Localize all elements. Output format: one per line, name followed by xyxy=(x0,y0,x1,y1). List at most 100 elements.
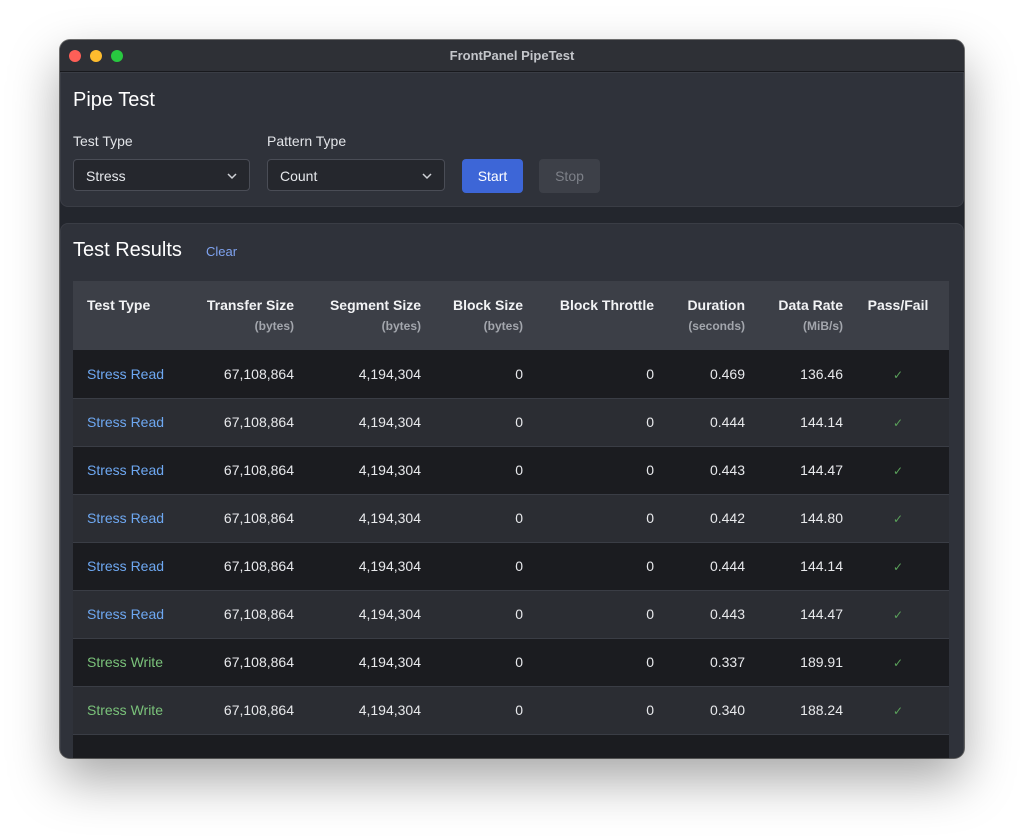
checkmark-icon: ✓ xyxy=(892,464,904,478)
data-rate-cell: 189.91 xyxy=(749,638,847,687)
segment-size-cell: 4,194,304 xyxy=(298,446,425,495)
segment-size-cell: 4,194,304 xyxy=(298,350,425,399)
segment-size-cell: 4,194,304 xyxy=(298,590,425,639)
transfer-size-cell: 67,108,864 xyxy=(188,446,298,495)
stop-button[interactable]: Stop xyxy=(539,159,600,193)
column-header-label: Test Type xyxy=(87,297,151,313)
duration-cell: 0.444 xyxy=(658,542,749,591)
window-title: FrontPanel PipeTest xyxy=(449,48,575,63)
block-throttle-cell: 0 xyxy=(527,590,658,639)
pipe-test-title: Pipe Test xyxy=(73,89,155,111)
block-size-cell: 0 xyxy=(425,350,527,399)
block-throttle-cell: 0 xyxy=(527,542,658,591)
test-type-cell: Stress Read xyxy=(73,494,188,543)
block-size-cell: 0 xyxy=(425,638,527,687)
block-size-cell: 0 xyxy=(425,542,527,591)
table-row[interactable]: Stress Read 67,108,864 4,194,304 0 0 0.4… xyxy=(73,590,949,639)
transfer-size-cell: 67,108,864 xyxy=(188,350,298,399)
checkmark-icon: ✓ xyxy=(892,367,904,382)
column-header-label: Block Throttle xyxy=(559,297,654,313)
results-table: Test Type Transfer Size (bytes) Segment … xyxy=(73,281,949,758)
table-cell xyxy=(847,734,949,758)
column-header-segment-size[interactable]: Segment Size (bytes) xyxy=(298,281,425,350)
checkmark-icon: ✓ xyxy=(892,608,904,622)
pass-fail-cell: ✓ xyxy=(847,542,949,591)
test-type-cell: Stress Read xyxy=(73,350,188,399)
data-rate-cell: 144.47 xyxy=(749,590,847,639)
table-cell xyxy=(425,734,527,758)
column-header-data-rate[interactable]: Data Rate (MiB/s) xyxy=(749,281,847,350)
pass-fail-cell: ✓ xyxy=(847,590,949,639)
column-header-label: Block Size xyxy=(452,297,523,313)
title-bar: FrontPanel PipeTest xyxy=(60,40,964,72)
transfer-size-cell: 67,108,864 xyxy=(188,398,298,447)
block-throttle-cell: 0 xyxy=(527,446,658,495)
column-header-label: Pass/Fail xyxy=(867,297,929,313)
column-header-block-size[interactable]: Block Size (bytes) xyxy=(425,281,527,350)
block-throttle-cell: 0 xyxy=(527,638,658,687)
table-row[interactable]: Stress Write 67,108,864 4,194,304 0 0 0.… xyxy=(73,686,949,735)
pattern-type-label: Pattern Type xyxy=(267,133,347,149)
chevron-down-icon xyxy=(227,173,237,180)
duration-cell: 0.443 xyxy=(658,446,749,495)
pass-fail-cell: ✓ xyxy=(847,494,949,543)
table-row[interactable]: Stress Read 67,108,864 4,194,304 0 0 0.4… xyxy=(73,446,949,495)
table-row[interactable]: Stress Write 67,108,864 4,194,304 0 0 0.… xyxy=(73,638,949,687)
checkmark-icon: ✓ xyxy=(892,656,904,670)
column-header-label: Transfer Size xyxy=(206,297,294,313)
column-header-block-throttle[interactable]: Block Throttle xyxy=(527,281,658,350)
table-row[interactable] xyxy=(73,734,949,758)
pass-fail-cell: ✓ xyxy=(847,398,949,447)
column-header-pass-fail[interactable]: Pass/Fail xyxy=(847,281,949,350)
column-header-unit: (bytes) xyxy=(254,319,294,333)
data-rate-cell: 144.14 xyxy=(749,398,847,447)
table-row[interactable]: Stress Read 67,108,864 4,194,304 0 0 0.4… xyxy=(73,494,949,543)
test-type-cell: Stress Read xyxy=(73,446,188,495)
transfer-size-cell: 67,108,864 xyxy=(188,638,298,687)
table-cell xyxy=(298,734,425,758)
block-throttle-cell: 0 xyxy=(527,350,658,399)
start-button[interactable]: Start xyxy=(462,159,523,193)
table-cell xyxy=(527,734,658,758)
data-rate-cell: 144.80 xyxy=(749,494,847,543)
test-type-label: Test Type xyxy=(73,133,133,149)
pass-fail-cell: ✓ xyxy=(847,446,949,495)
block-size-cell: 0 xyxy=(425,494,527,543)
checkmark-icon: ✓ xyxy=(892,512,904,526)
segment-size-cell: 4,194,304 xyxy=(298,638,425,687)
column-header-test-type[interactable]: Test Type xyxy=(73,281,188,350)
duration-cell: 0.469 xyxy=(658,350,749,399)
transfer-size-cell: 67,108,864 xyxy=(188,542,298,591)
column-header-duration[interactable]: Duration (seconds) xyxy=(658,281,749,350)
pattern-type-select[interactable]: Count xyxy=(267,159,445,191)
checkmark-icon: ✓ xyxy=(892,560,904,574)
clear-results-button[interactable]: Clear xyxy=(206,244,237,259)
test-results-panel: Test Results Clear Test Type Transfer Si… xyxy=(60,223,964,758)
data-rate-cell: 144.47 xyxy=(749,446,847,495)
test-results-title: Test Results xyxy=(73,239,182,261)
duration-cell: 0.442 xyxy=(658,494,749,543)
duration-cell: 0.340 xyxy=(658,686,749,735)
table-row[interactable]: Stress Read 67,108,864 4,194,304 0 0 0.4… xyxy=(73,542,949,591)
table-row[interactable]: Stress Read 67,108,864 4,194,304 0 0 0.4… xyxy=(73,398,949,447)
block-size-cell: 0 xyxy=(425,590,527,639)
block-throttle-cell: 0 xyxy=(527,398,658,447)
table-cell xyxy=(73,734,188,758)
transfer-size-cell: 67,108,864 xyxy=(188,494,298,543)
segment-size-cell: 4,194,304 xyxy=(298,494,425,543)
column-header-unit: (MiB/s) xyxy=(803,319,843,333)
duration-cell: 0.444 xyxy=(658,398,749,447)
app-window: FrontPanel PipeTest Pipe Test Test Type … xyxy=(60,40,964,758)
pattern-type-value: Count xyxy=(280,168,318,184)
test-type-select[interactable]: Stress xyxy=(73,159,250,191)
pipe-test-panel: Pipe Test Test Type Stress Pattern Type … xyxy=(60,72,964,207)
segment-size-cell: 4,194,304 xyxy=(298,686,425,735)
test-type-cell: Stress Read xyxy=(73,542,188,591)
duration-cell: 0.337 xyxy=(658,638,749,687)
column-header-transfer-size[interactable]: Transfer Size (bytes) xyxy=(188,281,298,350)
table-row[interactable]: Stress Read 67,108,864 4,194,304 0 0 0.4… xyxy=(73,350,949,399)
data-rate-cell: 188.24 xyxy=(749,686,847,735)
block-size-cell: 0 xyxy=(425,686,527,735)
column-header-label: Data Rate xyxy=(778,297,843,313)
data-rate-cell: 144.14 xyxy=(749,542,847,591)
